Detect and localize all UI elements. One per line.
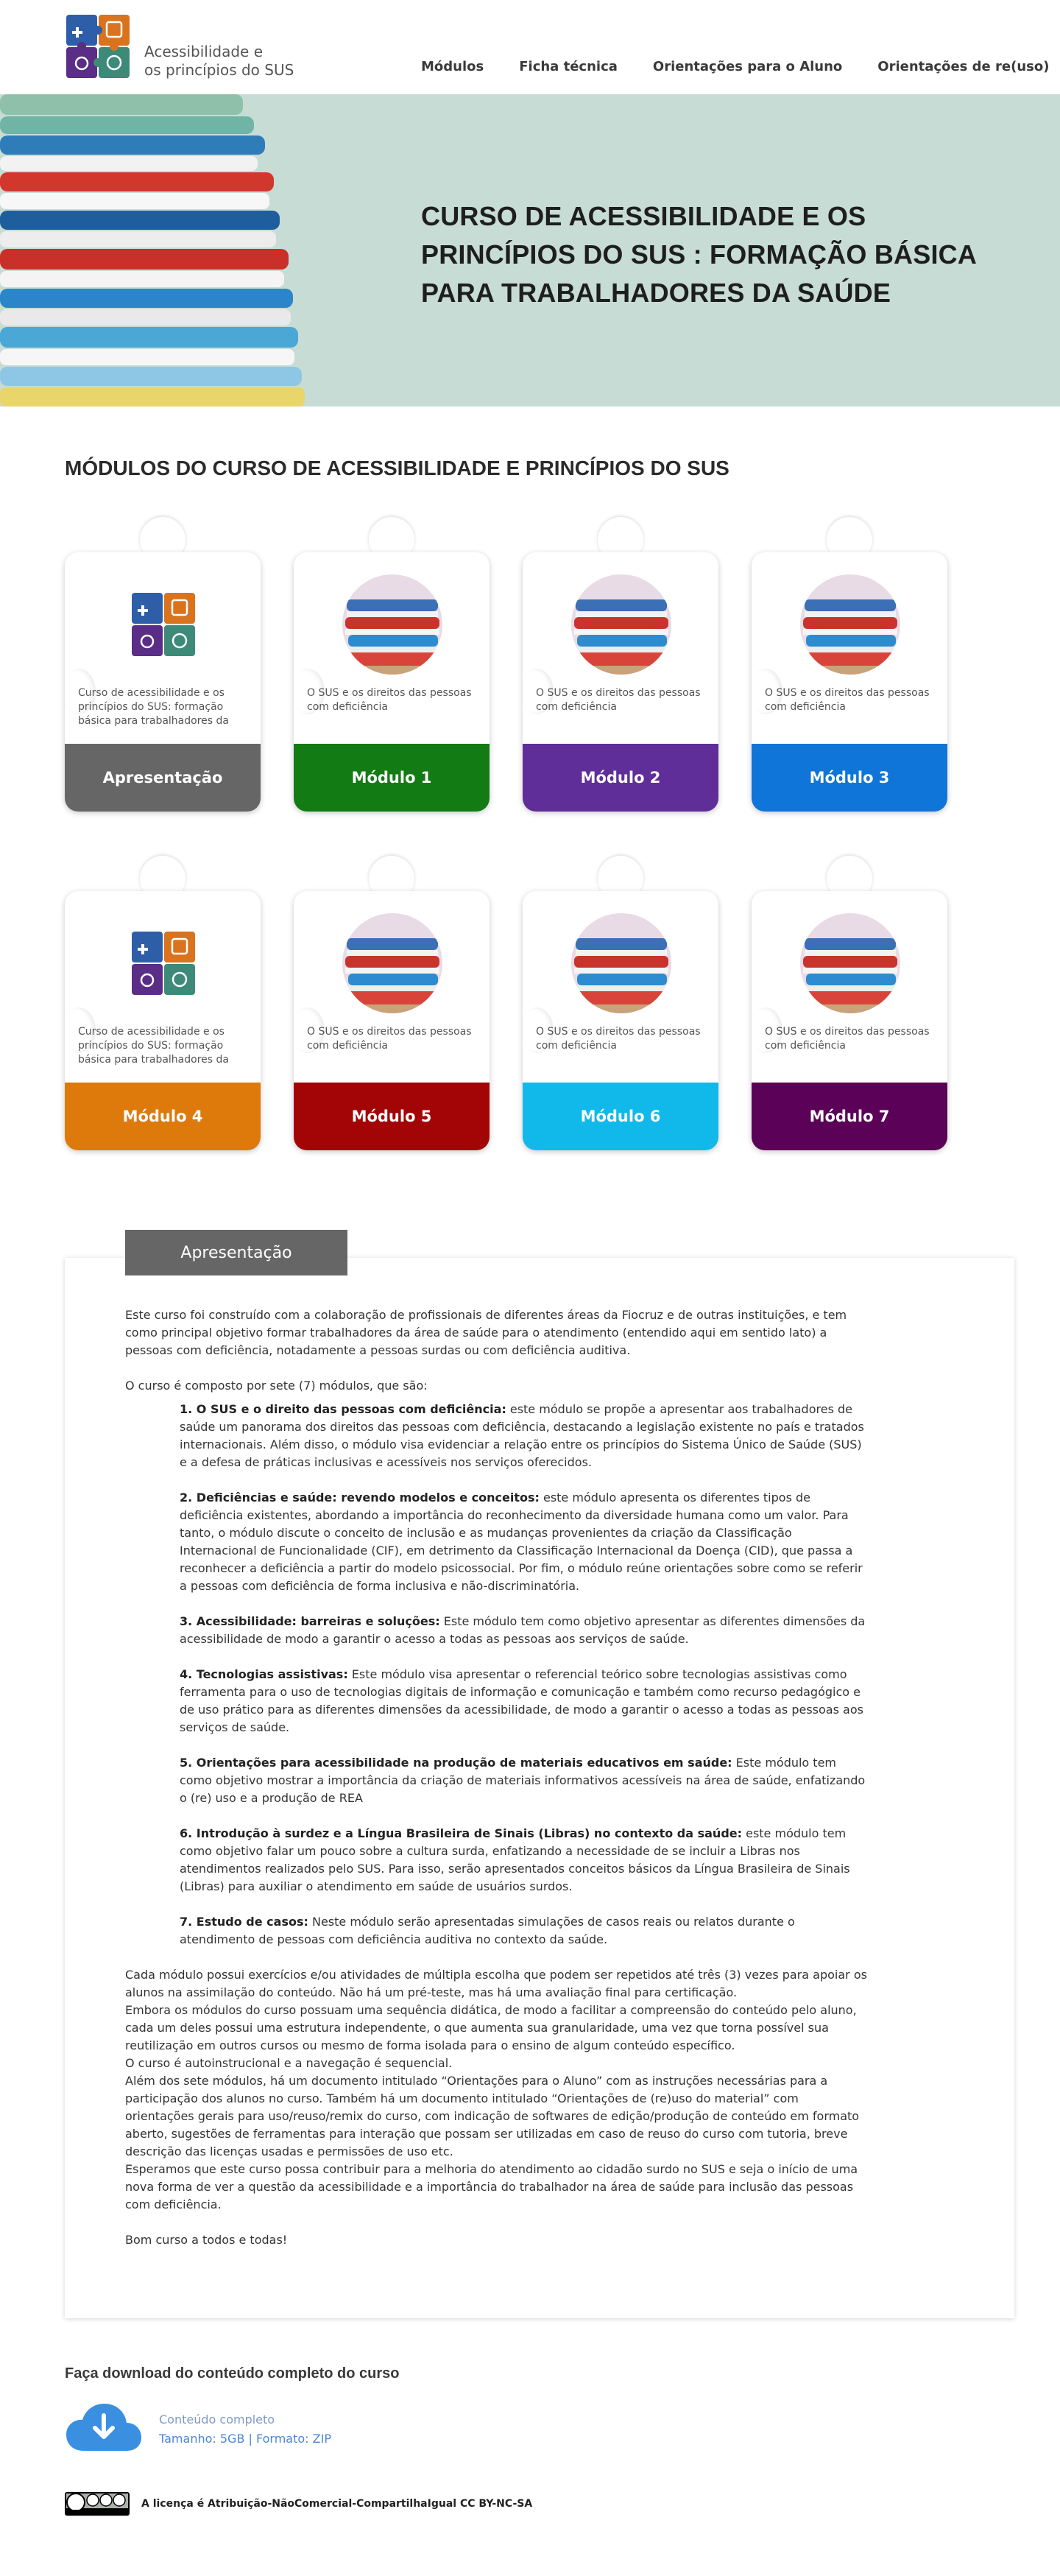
- nav-ficha-tecnica[interactable]: Ficha técnica: [519, 59, 618, 74]
- download-info: Tamanho: 5GB | Formato: ZIP: [159, 2432, 331, 2446]
- puzzle-tab-join: [135, 891, 190, 909]
- presentation-text: Este curso foi construído com a colabora…: [125, 1306, 869, 2267]
- module-card-button[interactable]: Módulo 6: [523, 1083, 718, 1150]
- closing-paragraph-1: Cada módulo possui exercícios e/ou ativi…: [125, 1968, 867, 1999]
- list-item-title: 7. Estudo de casos:: [180, 1915, 308, 1929]
- list-item-module-7: 7. Estudo de casos: Neste módulo serão a…: [180, 1913, 869, 1949]
- books-thumbnail: [342, 913, 442, 1013]
- module-card-body: O SUS e os direitos das pessoas com defi…: [752, 552, 947, 812]
- puzzle-tab-join: [822, 552, 877, 570]
- module-card-button[interactable]: Módulo 1: [294, 744, 490, 812]
- nav-orientacoes-reuso[interactable]: Orientações de re(uso): [877, 59, 1049, 74]
- module-card-description: O SUS e os direitos das pessoas com defi…: [765, 1026, 930, 1052]
- list-item-module-1: 1. O SUS e o direito das pessoas com def…: [180, 1401, 869, 1471]
- presentation-tab[interactable]: Apresentação: [125, 1230, 347, 1275]
- closing-paragraph-2: Embora os módulos do curso possuam uma s…: [125, 2003, 857, 2052]
- site-title-line-2: os princípios do SUS: [144, 61, 294, 79]
- cc-license-badge-icon[interactable]: [65, 2492, 130, 2516]
- presentation-panel: Apresentação Este curso foi construído c…: [65, 1230, 1014, 2318]
- module-card-body: O SUS e os direitos das pessoas com defi…: [523, 891, 718, 1150]
- list-item-title: 5. Orientações para acessibilidade na pr…: [180, 1756, 732, 1770]
- hero-banner: CURSO DE ACESSIBILIDADE E OS PRINCÍPIOS …: [0, 94, 1060, 407]
- module-card-body: Curso de acessibilidade e os princípios …: [65, 552, 261, 812]
- module-card-button[interactable]: Módulo 5: [294, 1083, 490, 1150]
- modules-section-title: MÓDULOS DO CURSO DE ACESSIBILIDADE E PRI…: [65, 457, 729, 479]
- list-item-title: 2. Deficiências e saúde: revendo modelos…: [180, 1491, 540, 1505]
- list-item-text: este módulo apresenta os diferentes tipo…: [180, 1491, 863, 1593]
- course-logo-icon: [113, 574, 213, 675]
- module-card-button[interactable]: Módulo 4: [65, 1083, 261, 1150]
- module-card-body: O SUS e os direitos das pessoas com defi…: [294, 552, 490, 812]
- license-text: A licença é Atribuição-NãoComercial-Comp…: [141, 2498, 533, 2510]
- download-link[interactable]: Conteúdo completo: [159, 2413, 275, 2427]
- module-card-body: O SUS e os direitos das pessoas com defi…: [523, 552, 718, 812]
- nav-modulos[interactable]: Módulos: [421, 59, 484, 74]
- module-card-description: O SUS e os direitos das pessoas com defi…: [307, 1026, 472, 1052]
- cloud-download-icon[interactable]: [65, 2401, 143, 2452]
- closing-paragraph-5: Esperamos que este curso possa contribui…: [125, 2162, 858, 2211]
- course-logo-icon[interactable]: [65, 13, 131, 80]
- list-item-title: 6. Introdução à surdez e a Língua Brasil…: [180, 1826, 743, 1840]
- list-item-module-5: 5. Orientações para acessibilidade na pr…: [180, 1754, 869, 1807]
- puzzle-tab-join: [364, 552, 419, 570]
- module-card-button[interactable]: Apresentação: [65, 744, 261, 812]
- list-item-module-3: 3. Acessibilidade: barreiras e soluções:…: [180, 1613, 869, 1648]
- modules-description-list: 1. O SUS e o direito das pessoas com def…: [180, 1401, 869, 1949]
- site-title-line-1: Acessibilidade e: [144, 43, 264, 60]
- module-card-body: O SUS e os direitos das pessoas com defi…: [752, 891, 947, 1150]
- module-card-5[interactable]: O SUS e os direitos das pessoas com defi…: [294, 854, 490, 1150]
- module-card-button[interactable]: Módulo 2: [523, 744, 718, 812]
- closing-paragraph-3: O curso é autoinstrucional e a navegação…: [125, 2056, 453, 2070]
- site-header: Acessibilidade e os princípios do SUS Mó…: [0, 0, 1060, 94]
- main-nav: Módulos Ficha técnica Orientações para o…: [421, 59, 1049, 74]
- module-card-body: Curso de acessibilidade e os princípios …: [65, 891, 261, 1150]
- books-thumbnail: [800, 913, 900, 1013]
- site-title[interactable]: Acessibilidade e os princípios do SUS: [144, 43, 294, 80]
- list-item-module-4: 4. Tecnologias assistivas: Este módulo v…: [180, 1666, 869, 1736]
- books-thumbnail: [571, 574, 671, 675]
- hero-title: CURSO DE ACESSIBILIDADE E OS PRINCÍPIOS …: [421, 201, 976, 308]
- nav-orientacoes-aluno[interactable]: Orientações para o Aluno: [653, 59, 842, 74]
- puzzle-tab-join: [593, 552, 648, 570]
- module-card-description: O SUS e os direitos das pessoas com defi…: [307, 687, 472, 713]
- list-item-module-6: 6. Introdução à surdez e a Língua Brasil…: [180, 1825, 869, 1896]
- module-card-4[interactable]: Curso de acessibilidade e os princípios …: [65, 854, 261, 1150]
- list-item-title: 4. Tecnologias assistivas:: [180, 1667, 348, 1681]
- module-card-description: O SUS e os direitos das pessoas com defi…: [536, 1026, 701, 1052]
- module-card-3[interactable]: O SUS e os direitos das pessoas com defi…: [752, 515, 947, 812]
- module-card-apresentacao[interactable]: Curso de acessibilidade e os princípios …: [65, 515, 261, 812]
- farewell-text: Bom curso a todos e todas!: [125, 2233, 288, 2247]
- module-card-2[interactable]: O SUS e os direitos das pessoas com defi…: [523, 515, 718, 812]
- puzzle-tab-join: [593, 891, 648, 909]
- books-thumbnail: [800, 574, 900, 675]
- list-item-title: 3. Acessibilidade: barreiras e soluções:: [180, 1614, 440, 1628]
- module-card-6[interactable]: O SUS e os direitos das pessoas com defi…: [523, 854, 718, 1150]
- module-card-1[interactable]: O SUS e os direitos das pessoas com defi…: [294, 515, 490, 812]
- presentation-intro: Este curso foi construído com a colabora…: [125, 1308, 847, 1357]
- module-card-button[interactable]: Módulo 7: [752, 1083, 947, 1150]
- module-card-description: Curso de acessibilidade e os princípios …: [78, 687, 229, 727]
- download-section-title: Faça download do conteúdo completo do cu…: [65, 2365, 400, 2382]
- list-item-title: 1. O SUS e o direito das pessoas com def…: [180, 1402, 506, 1416]
- closing-paragraph-4: Além dos sete módulos, há um documento i…: [125, 2074, 860, 2158]
- module-card-description: Curso de acessibilidade e os princípios …: [78, 1026, 229, 1066]
- course-logo-icon: [113, 913, 213, 1013]
- module-card-body: O SUS e os direitos das pessoas com defi…: [294, 891, 490, 1150]
- books-thumbnail: [342, 574, 442, 675]
- module-card-description: O SUS e os direitos das pessoas com defi…: [765, 687, 930, 713]
- books-thumbnail: [571, 913, 671, 1013]
- puzzle-tab-join: [822, 891, 877, 909]
- list-item-module-2: 2. Deficiências e saúde: revendo modelos…: [180, 1489, 869, 1595]
- books-stack-illustration: [0, 94, 309, 407]
- module-card-7[interactable]: O SUS e os direitos das pessoas com defi…: [752, 854, 947, 1150]
- puzzle-tab-join: [135, 552, 190, 570]
- presentation-composition: O curso é composto por sete (7) módulos,…: [125, 1379, 428, 1393]
- module-card-button[interactable]: Módulo 3: [752, 744, 947, 812]
- puzzle-tab-join: [364, 891, 419, 909]
- module-card-description: O SUS e os direitos das pessoas com defi…: [536, 687, 701, 713]
